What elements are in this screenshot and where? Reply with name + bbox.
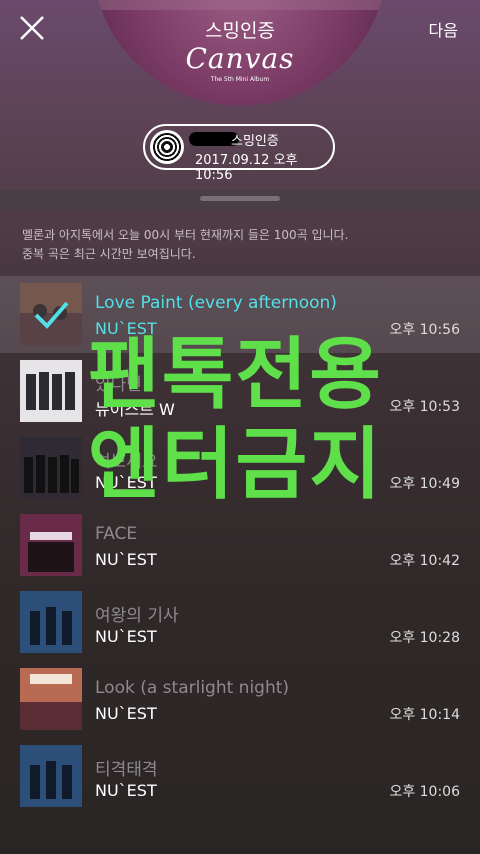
song-title: FACE: [95, 524, 138, 544]
list-item[interactable]: Look (a starlight night) NU`EST 오후 10:14: [0, 661, 480, 738]
song-title: 있다면: [95, 375, 142, 395]
play-time: 오후 10:56: [389, 322, 460, 338]
song-title: 여보세요: [95, 452, 158, 472]
certificate-timestamp: 2017.09.12 오후 10:56: [195, 153, 298, 183]
header-area: Canvas The 5th Mini Album 스밍인증 다음 스밍인증 2…: [0, 0, 480, 190]
album-thumbnail: [20, 360, 82, 422]
play-time: 오후 10:06: [389, 784, 460, 800]
notice-text: 멜론과 아지톡에서 오늘 00시 부터 현재까지 들은 100곡 입니다. 중복…: [22, 228, 349, 261]
drag-handle[interactable]: [200, 196, 280, 201]
certificate-badge: 스밍인증 2017.09.12 오후 10:56: [143, 124, 335, 183]
list-item[interactable]: 여왕의 기사 NU`EST 오후 10:28: [0, 584, 480, 661]
album-subtitle: The 5th Mini Album: [210, 76, 270, 83]
sheet-handle[interactable]: [0, 190, 480, 210]
album-title: Canvas: [185, 42, 295, 75]
song-list: Love Paint (every afternoon) NU`EST 오후 1…: [0, 276, 480, 815]
check-icon: [34, 301, 69, 329]
album-thumbnail: [20, 591, 82, 653]
song-artist: NU`EST: [95, 627, 157, 646]
list-item[interactable]: 있다면 뉴이스트 W 오후 10:53: [0, 353, 480, 430]
page-title: 스밍인증: [205, 20, 275, 42]
song-artist: NU`EST: [95, 550, 157, 569]
play-time: 오후 10:49: [389, 476, 460, 492]
disc-icon: [150, 130, 184, 164]
list-item[interactable]: Love Paint (every afternoon) NU`EST 오후 1…: [0, 276, 480, 353]
list-item[interactable]: FACE NU`EST 오후 10:42: [0, 507, 480, 584]
play-time: 오후 10:14: [389, 707, 460, 723]
certificate-label: 스밍인증: [231, 134, 279, 149]
next-button[interactable]: 다음: [429, 17, 458, 41]
album-thumbnail: [20, 668, 82, 730]
song-title: Love Paint (every afternoon): [95, 293, 337, 313]
song-artist: NU`EST: [95, 319, 157, 338]
list-item[interactable]: 여보세요 NU`EST 오후 10:49: [0, 430, 480, 507]
song-artist: NU`EST: [95, 473, 157, 492]
play-time: 오후 10:42: [389, 553, 460, 569]
song-artist: NU`EST: [95, 704, 157, 723]
list-item[interactable]: 티격태격 NU`EST 오후 10:06: [0, 738, 480, 815]
album-thumbnail: [20, 745, 82, 807]
song-artist: NU`EST: [95, 781, 157, 800]
play-time: 오후 10:28: [389, 630, 460, 646]
album-thumbnail: [20, 514, 82, 576]
song-title: 여왕의 기사: [95, 606, 179, 626]
song-title: Look (a starlight night): [95, 678, 290, 698]
play-time: 오후 10:53: [389, 399, 460, 415]
song-artist: 뉴이스트 W: [95, 400, 175, 419]
album-thumbnail: [20, 283, 82, 345]
album-thumbnail: [20, 437, 82, 499]
song-title: 티격태격: [95, 760, 158, 780]
